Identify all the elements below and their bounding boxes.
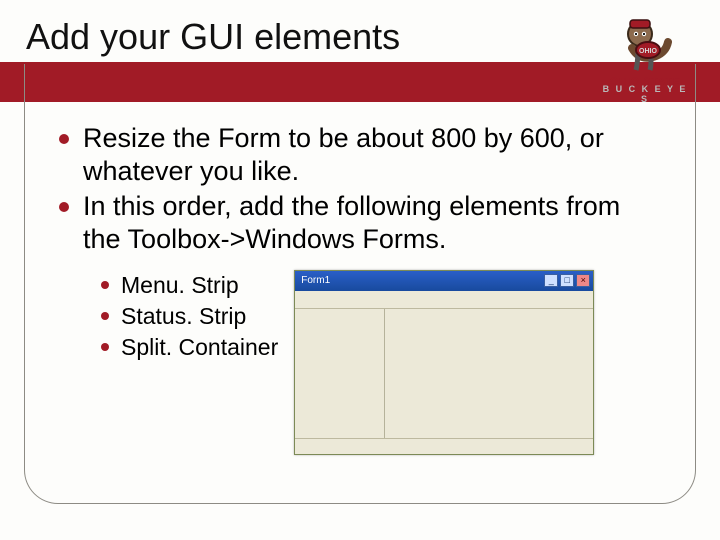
form-caption: Form1 <box>301 275 330 286</box>
sub-bullet-list: Menu. Strip Status. Strip Split. Contain… <box>101 270 278 363</box>
form-preview: Form1 _ □ × <box>294 270 594 455</box>
minimize-icon: _ <box>544 274 558 287</box>
split-panel-left <box>295 309 385 438</box>
svg-text:OHIO: OHIO <box>639 48 657 55</box>
form-body <box>295 309 593 438</box>
maximize-icon: □ <box>560 274 574 287</box>
bullet-text: In this order, add the following element… <box>83 191 620 254</box>
bullet-item: Resize the Form to be about 800 by 600, … <box>59 122 661 188</box>
close-icon: × <box>576 274 590 287</box>
form-menustrip <box>295 291 593 309</box>
slide: Add your GUI elements OHIO OHIO STATE B … <box>0 0 720 540</box>
form-statusstrip <box>295 438 593 454</box>
window-buttons: _ □ × <box>544 274 590 287</box>
sub-bullet-text: Split. Container <box>121 334 278 360</box>
sub-bullet-item: Split. Container <box>101 332 278 363</box>
sub-bullet-item: Menu. Strip <box>101 270 278 301</box>
main-bullet-list: Resize the Form to be about 800 by 600, … <box>59 122 661 256</box>
sub-bullet-item: Status. Strip <box>101 301 278 332</box>
split-panel-right <box>385 309 593 438</box>
form-titlebar: Form1 _ □ × <box>295 271 593 291</box>
content-card: Resize the Form to be about 800 by 600, … <box>24 64 696 504</box>
bullet-item: In this order, add the following element… <box>59 190 661 256</box>
sub-bullet-text: Status. Strip <box>121 303 246 329</box>
sub-row: Menu. Strip Status. Strip Split. Contain… <box>59 270 661 455</box>
bullet-text: Resize the Form to be about 800 by 600, … <box>83 123 604 186</box>
sub-bullet-text: Menu. Strip <box>121 272 239 298</box>
